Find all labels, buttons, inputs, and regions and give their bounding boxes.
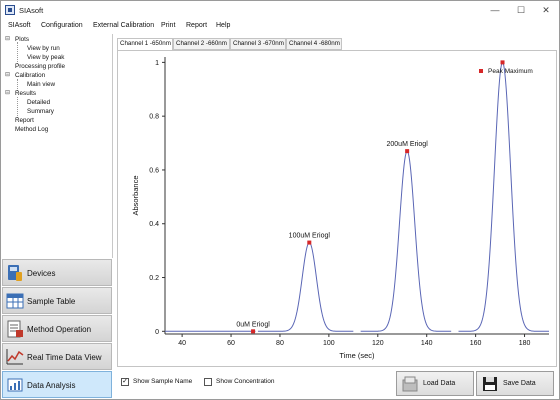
method-operation-label: Method Operation [27, 325, 92, 334]
devices-label: Devices [27, 269, 56, 278]
floppy-disk-icon [483, 377, 497, 391]
tree-item-method-log[interactable]: Method Log [15, 126, 48, 133]
load-data-button[interactable]: Load Data [396, 371, 474, 396]
method-operation-button[interactable]: Method Operation [2, 315, 112, 342]
analysis-icon [7, 378, 23, 392]
show-concentration-label[interactable]: Show Concentration [216, 378, 275, 385]
menu-report[interactable]: Report [186, 22, 207, 29]
x-tick-label: 40 [178, 340, 186, 347]
menu-external-calibration[interactable]: External Calibration [93, 22, 154, 29]
menu-help[interactable]: Help [216, 22, 230, 29]
x-tick-label: 80 [276, 340, 284, 347]
real-time-data-view-label: Real Time Data View [27, 353, 102, 362]
tree-item-results[interactable]: Results [15, 90, 36, 97]
tree-connector [17, 42, 18, 64]
tree-item-processing-profile[interactable]: Processing profile [15, 63, 65, 70]
y-tick-label: 0 [155, 329, 159, 336]
y-axis-label: Absorbance [131, 175, 140, 215]
window-title: SIAsoft [19, 6, 44, 15]
y-tick-label: 0.4 [149, 221, 159, 228]
method-document-icon [7, 320, 23, 338]
minimize-icon[interactable]: — [488, 4, 502, 16]
y-tick-label: 0.8 [149, 114, 159, 121]
tree-item-summary[interactable]: Summary [27, 108, 54, 115]
tree-item-calibration[interactable]: Calibration [15, 72, 45, 79]
app-logo-icon [5, 5, 15, 15]
data-analysis-label: Data Analysis [27, 381, 76, 390]
sample-table-button[interactable]: Sample Table [2, 287, 112, 314]
x-tick-label: 100 [323, 340, 335, 347]
x-tick-label: 180 [519, 340, 531, 347]
load-data-icon [402, 376, 418, 392]
app-window: SIAsoft — ☐ ✕ SIAsoft Configuration Exte… [0, 0, 560, 400]
peak-marker [251, 329, 256, 334]
maximize-icon[interactable]: ☐ [514, 4, 528, 16]
tree-item-view-by-run[interactable]: View by run [27, 45, 60, 52]
collapse-icon[interactable]: ⊟ [5, 71, 10, 78]
real-time-data-view-button[interactable]: Real Time Data View [2, 343, 112, 370]
table-icon [6, 293, 24, 309]
tab-channel-2[interactable]: Channel 2 -660nm [173, 38, 230, 50]
peak-label: 0uM Eriogl [236, 321, 270, 328]
line-chart-icon [6, 349, 24, 365]
peak-marker [500, 60, 505, 65]
collapse-icon[interactable]: ⊟ [5, 89, 10, 96]
sample-table-label: Sample Table [27, 297, 76, 306]
peak-label: 100uM Eriogl [289, 233, 331, 240]
tree-item-plots[interactable]: Plots [15, 36, 29, 43]
menu-configuration[interactable]: Configuration [41, 22, 83, 29]
absorbance-chart[interactable]: 00.20.40.60.8140 60 80 100 120 140 160 180Time … [118, 51, 556, 366]
save-data-label: Save Data [503, 380, 536, 387]
tree-item-main-view[interactable]: Main view [27, 81, 55, 88]
devices-button[interactable]: Devices [2, 259, 112, 286]
y-tick-label: 0.2 [149, 275, 159, 282]
x-tick-label: 140 [421, 340, 433, 347]
x-axis-label: Time (sec) [339, 351, 375, 360]
x-tick-label: 120 [372, 340, 384, 347]
show-concentration-checkbox[interactable] [204, 378, 212, 386]
y-tick-label: 0.6 [149, 167, 159, 174]
checkmark-icon: ✓ [122, 378, 128, 385]
devices-icon [8, 265, 22, 281]
absorbance-trace [257, 241, 354, 332]
collapse-icon[interactable]: ⊟ [5, 35, 10, 42]
tree-item-detailed[interactable]: Detailed [27, 99, 50, 106]
bottom-bar: ✓ Show Sample Name Show Concentration Lo… [115, 367, 559, 399]
tab-channel-3[interactable]: Channel 3 -670nm [230, 38, 286, 50]
title-bar: SIAsoft — ☐ ✕ [1, 1, 559, 20]
menu-bar: SIAsoft Configuration External Calibrati… [1, 20, 559, 33]
show-sample-name-label[interactable]: Show Sample Name [133, 378, 192, 385]
tree-item-view-by-peak[interactable]: View by peak [27, 54, 64, 61]
show-sample-name-checkbox[interactable]: ✓ [121, 378, 129, 386]
save-data-button[interactable]: Save Data [476, 371, 554, 396]
absorbance-trace [458, 61, 549, 332]
tab-channel-4[interactable]: Channel 4 -680nm [286, 38, 342, 50]
menu-siasoft[interactable]: SIAsoft [8, 22, 31, 29]
navigation-tree: ⊟ Plots View by run View by peak Process… [2, 34, 113, 258]
y-tick-label: 1 [155, 60, 159, 67]
menu-print[interactable]: Print [161, 22, 175, 29]
x-tick-label: 160 [470, 340, 482, 347]
load-data-label: Load Data [423, 380, 456, 387]
legend-marker [479, 69, 483, 73]
peak-marker [405, 149, 410, 154]
data-analysis-button[interactable]: Data Analysis [2, 371, 112, 398]
tree-item-report[interactable]: Report [15, 117, 34, 124]
absorbance-trace [360, 150, 452, 332]
x-tick-label: 60 [227, 340, 235, 347]
peak-label: 200uM Eriogl [387, 141, 429, 148]
tree-connector [17, 97, 18, 118]
legend-label: Peak Maximum [488, 68, 533, 75]
peak-marker [307, 240, 312, 245]
chart-panel: 0 0.2 0.4 0.6 0.8 1 40 60 80 100 120 140 160 180 Time … [117, 50, 557, 367]
close-icon[interactable]: ✕ [539, 4, 553, 16]
